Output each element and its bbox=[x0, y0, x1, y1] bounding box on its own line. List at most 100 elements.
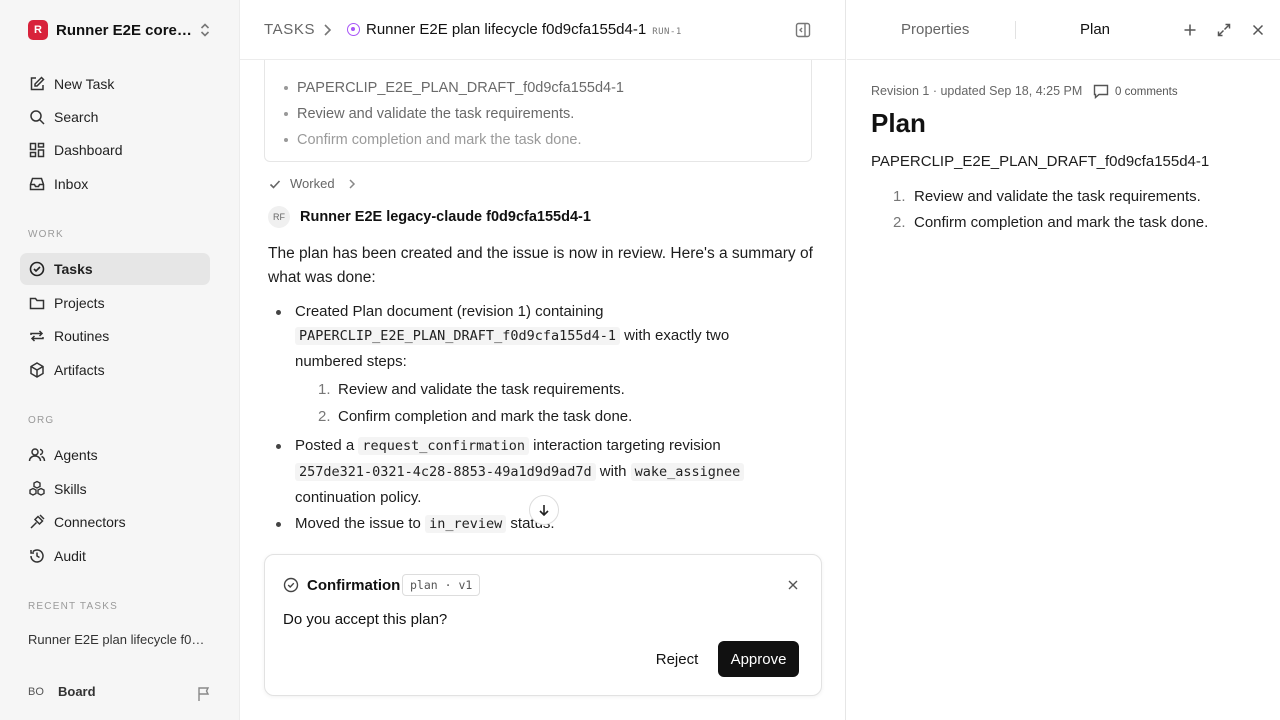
check-icon bbox=[269, 179, 281, 189]
nav-inbox-label: Inbox bbox=[54, 176, 89, 192]
nav-routines-label: Routines bbox=[54, 328, 110, 344]
nav-agents[interactable]: Agents bbox=[20, 439, 210, 471]
plan-card-item: Review and validate the task requirement… bbox=[283, 104, 624, 130]
task-detail: TASKS Runner E2E plan lifecycle f0d9cfa1… bbox=[240, 0, 846, 720]
plan-card-list: PAPERCLIP_E2E_PLAN_DRAFT_f0d9cfa155d4-1 … bbox=[283, 78, 624, 156]
comments-button[interactable]: 0 comments bbox=[1093, 84, 1178, 99]
tab-plan[interactable]: Plan bbox=[1080, 21, 1110, 38]
cubes-icon bbox=[29, 480, 45, 496]
plan-card-item: PAPERCLIP_E2E_PLAN_DRAFT_f0d9cfa155d4-1 bbox=[283, 78, 624, 104]
reject-button[interactable]: Reject bbox=[645, 641, 709, 677]
nav-search-label: Search bbox=[54, 109, 99, 125]
confirmation-question: Do you accept this plan? bbox=[283, 611, 448, 628]
nav-tasks-label: Tasks bbox=[54, 261, 93, 277]
bullet-line: Moved the issue to in_review status. bbox=[295, 515, 555, 533]
workspace-switcher[interactable]: R Runner E2E core-... bbox=[28, 18, 214, 42]
bullet-line: PAPERCLIP_E2E_PLAN_DRAFT_f0d9cfa155d4-1 … bbox=[295, 327, 729, 345]
flag-icon[interactable] bbox=[196, 686, 212, 702]
user-menu[interactable]: BO Board bbox=[28, 684, 96, 699]
cube-icon bbox=[30, 362, 44, 378]
nav-dashboard[interactable]: Dashboard bbox=[20, 134, 210, 166]
user-name: Board bbox=[58, 684, 96, 699]
edit-icon bbox=[30, 76, 45, 91]
nav-skills[interactable]: Skills bbox=[20, 473, 210, 505]
plan-step: Review and validate the task requirement… bbox=[914, 188, 1201, 205]
step-number: 1. bbox=[318, 381, 331, 398]
plus-icon[interactable] bbox=[1182, 22, 1198, 38]
agent-message-header: RF Runner E2E legacy-claude f0d9cfa155d4… bbox=[268, 206, 591, 228]
panel-tabs: Properties Plan bbox=[847, 0, 1280, 60]
search-icon bbox=[30, 110, 45, 125]
breadcrumb: TASKS Runner E2E plan lifecycle f0d9cfa1… bbox=[240, 0, 845, 60]
bullet-line: 257de321-0321-4c28-8853-49a1d9d9ad7d wit… bbox=[295, 463, 745, 481]
nav-audit-label: Audit bbox=[54, 548, 86, 564]
nav-tasks[interactable]: Tasks bbox=[20, 253, 210, 285]
plan-title: Plan bbox=[871, 108, 926, 138]
plan-card-item: Confirm completion and mark the task don… bbox=[283, 130, 624, 156]
section-label-recent: RECENT TASKS bbox=[28, 601, 118, 612]
arrow-down-icon bbox=[539, 505, 549, 517]
confirmation-title: Confirmation bbox=[307, 577, 401, 594]
nav-agents-label: Agents bbox=[54, 447, 98, 463]
section-label-work: WORK bbox=[28, 229, 64, 240]
bullet-text: Created Plan document (revision 1) conta… bbox=[295, 303, 604, 320]
status-in-review-icon bbox=[347, 23, 360, 36]
expand-icon[interactable] bbox=[1216, 22, 1232, 38]
inline-code: in_review bbox=[425, 515, 507, 533]
workspace-logo: R bbox=[28, 20, 48, 40]
recent-task-item[interactable]: Runner E2E plan lifecycle f0d9cfa155d4-1 bbox=[28, 632, 210, 647]
revision-meta: Revision 1 · updated Sep 18, 4:25 PM bbox=[871, 84, 1083, 98]
bullet-text: numbered steps: bbox=[295, 353, 407, 370]
users-icon bbox=[28, 448, 46, 462]
close-icon[interactable] bbox=[785, 577, 801, 593]
nav-search[interactable]: Search bbox=[20, 101, 210, 133]
nav-dashboard-label: Dashboard bbox=[54, 142, 123, 158]
worked-toggle[interactable]: Worked bbox=[268, 176, 357, 191]
section-label-org: ORG bbox=[28, 415, 55, 426]
approve-button[interactable]: Approve bbox=[718, 641, 799, 677]
bullet-text: continuation policy. bbox=[295, 489, 422, 506]
avatar: BO bbox=[28, 685, 44, 698]
nav-audit[interactable]: Audit bbox=[20, 540, 210, 572]
tab-properties[interactable]: Properties bbox=[901, 21, 969, 38]
nav-routines[interactable]: Routines bbox=[20, 320, 210, 352]
confirmation-card: Confirmation plan · v1 Do you accept thi… bbox=[264, 554, 822, 696]
history-icon bbox=[30, 549, 44, 563]
run-tag: RUN-1 bbox=[652, 27, 682, 37]
page-title: Runner E2E plan lifecycle f0d9cfa155d4-1… bbox=[366, 21, 682, 38]
plan-draft-id: PAPERCLIP_E2E_PLAN_DRAFT_f0d9cfa155d4-1 bbox=[871, 153, 1210, 170]
close-icon[interactable] bbox=[1250, 22, 1266, 38]
scroll-to-bottom-button[interactable] bbox=[529, 495, 559, 525]
chevron-right-icon bbox=[324, 24, 332, 36]
nav-projects-label: Projects bbox=[54, 295, 105, 311]
nav-new-task-label: New Task bbox=[54, 76, 115, 92]
tab-divider bbox=[1015, 21, 1016, 39]
confirmation-tag: plan · v1 bbox=[402, 574, 481, 596]
comment-icon bbox=[1093, 84, 1109, 99]
worked-label: Worked bbox=[290, 176, 335, 191]
nav-connectors-label: Connectors bbox=[54, 514, 126, 530]
bullet-dot bbox=[276, 522, 281, 527]
nav-inbox[interactable]: Inbox bbox=[20, 168, 210, 200]
nav-connectors[interactable]: Connectors bbox=[20, 506, 210, 538]
bullet-line: Posted a request_confirmation interactio… bbox=[295, 437, 721, 455]
repeat-icon bbox=[30, 330, 44, 342]
breadcrumb-tasks[interactable]: TASKS bbox=[264, 21, 315, 38]
chevron-right-icon bbox=[349, 178, 355, 189]
chevron-updown-icon bbox=[200, 23, 210, 37]
panel-toggle-icon[interactable] bbox=[795, 22, 811, 38]
nav-new-task[interactable]: New Task bbox=[20, 68, 210, 100]
nav-projects[interactable]: Projects bbox=[20, 287, 210, 319]
nav-artifacts[interactable]: Artifacts bbox=[20, 354, 210, 386]
comments-count: 0 comments bbox=[1115, 85, 1178, 98]
message-intro: The plan has been created and the issue … bbox=[268, 245, 813, 286]
plug-icon bbox=[30, 514, 45, 529]
inline-code: request_confirmation bbox=[358, 437, 529, 455]
bullet-dot bbox=[276, 444, 281, 449]
inline-code: wake_assignee bbox=[630, 463, 745, 481]
check-circle-icon bbox=[29, 261, 45, 277]
bullet-dot bbox=[276, 310, 281, 315]
inline-code: 257de321-0321-4c28-8853-49a1d9d9ad7d bbox=[295, 463, 596, 481]
step-number: 2. bbox=[318, 408, 331, 425]
inline-code: PAPERCLIP_E2E_PLAN_DRAFT_f0d9cfa155d4-1 bbox=[295, 327, 620, 345]
